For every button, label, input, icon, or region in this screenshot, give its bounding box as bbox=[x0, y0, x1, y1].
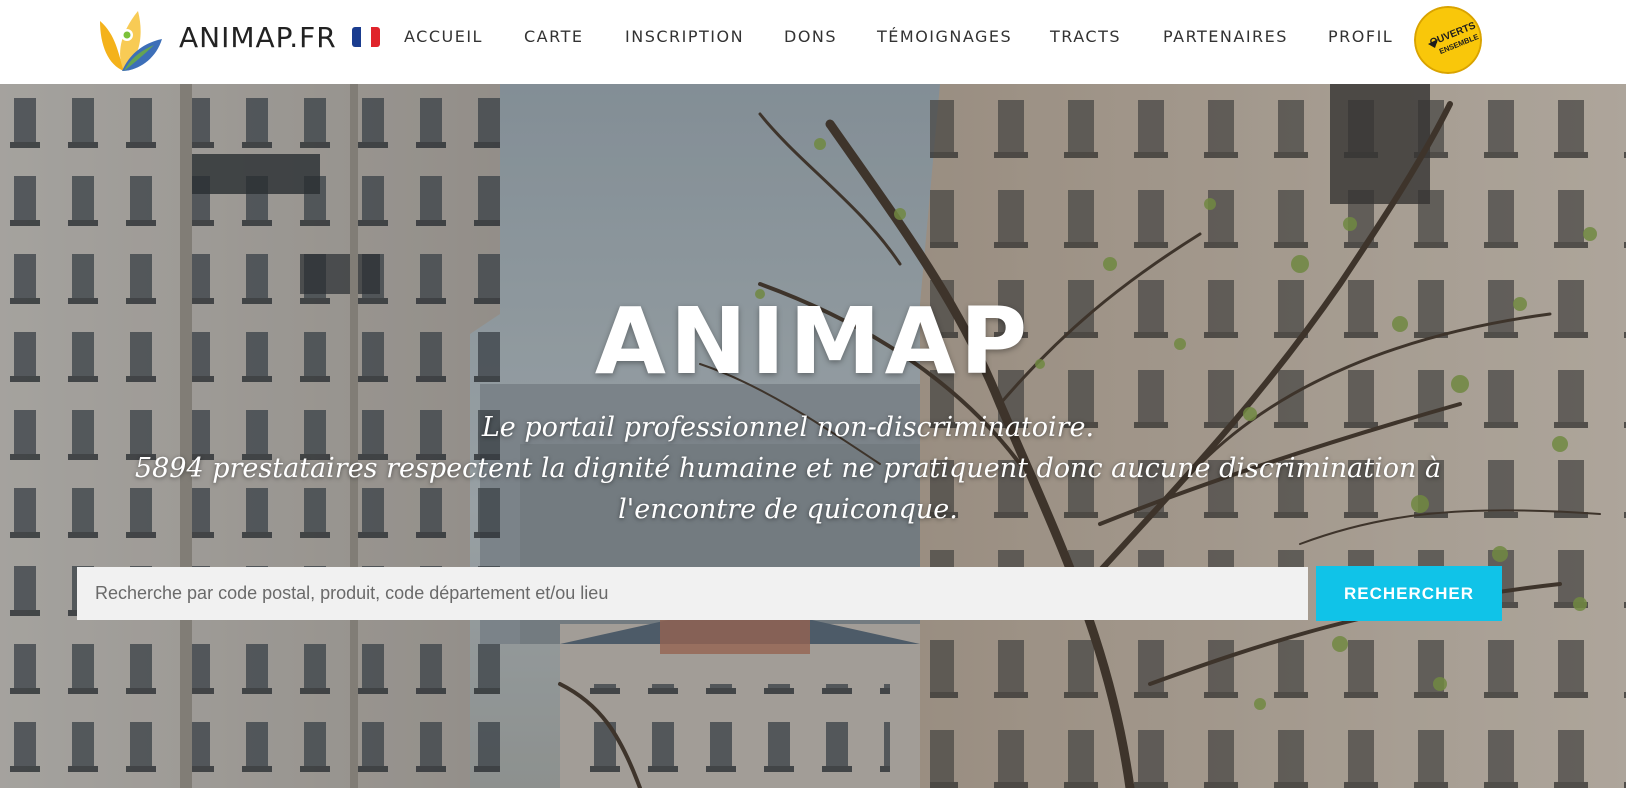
hero-section: ANIMAP Le portail professionnel non-disc… bbox=[0, 84, 1626, 788]
nav-item-partenaires[interactable]: PARTENAIRES bbox=[1163, 22, 1288, 52]
nav-item-dons[interactable]: DONS bbox=[784, 22, 837, 52]
top-navbar: ANIMAP.FR ACCUEIL CARTE INSCRIPTION DONS… bbox=[0, 0, 1626, 84]
flag-stripe-red bbox=[370, 27, 380, 47]
nav-item-inscription[interactable]: INSCRIPTION bbox=[625, 22, 744, 52]
nav-item-profil[interactable]: PROFIL bbox=[1328, 22, 1393, 52]
french-flag-icon[interactable] bbox=[352, 27, 380, 47]
search-input[interactable] bbox=[77, 567, 1308, 620]
nav-item-temoignages[interactable]: TÉMOIGNAGES bbox=[877, 22, 1012, 52]
ouverts-ensemble-badge[interactable]: OUVERTS ENSEMBLE bbox=[1414, 6, 1482, 74]
hero-subtitle-line2: 5894 prestataires respectent la dignité … bbox=[134, 453, 1442, 525]
flag-stripe-white bbox=[361, 27, 371, 47]
nav-item-tracts[interactable]: TRACTS bbox=[1050, 22, 1121, 52]
nav-item-accueil[interactable]: ACCUEIL bbox=[404, 22, 483, 52]
hero-subtitle-line1: Le portail professionnel non-discriminat… bbox=[481, 412, 1095, 443]
flag-stripe-blue bbox=[352, 27, 362, 47]
search-button[interactable]: RECHERCHER bbox=[1316, 566, 1502, 621]
animap-logo-icon[interactable] bbox=[94, 5, 166, 77]
hero-title: ANIMAP bbox=[594, 288, 1032, 395]
nav-item-carte[interactable]: CARTE bbox=[524, 22, 583, 52]
brand-name[interactable]: ANIMAP.FR bbox=[179, 20, 337, 56]
hero-subtitle: Le portail professionnel non-discriminat… bbox=[86, 407, 1490, 530]
